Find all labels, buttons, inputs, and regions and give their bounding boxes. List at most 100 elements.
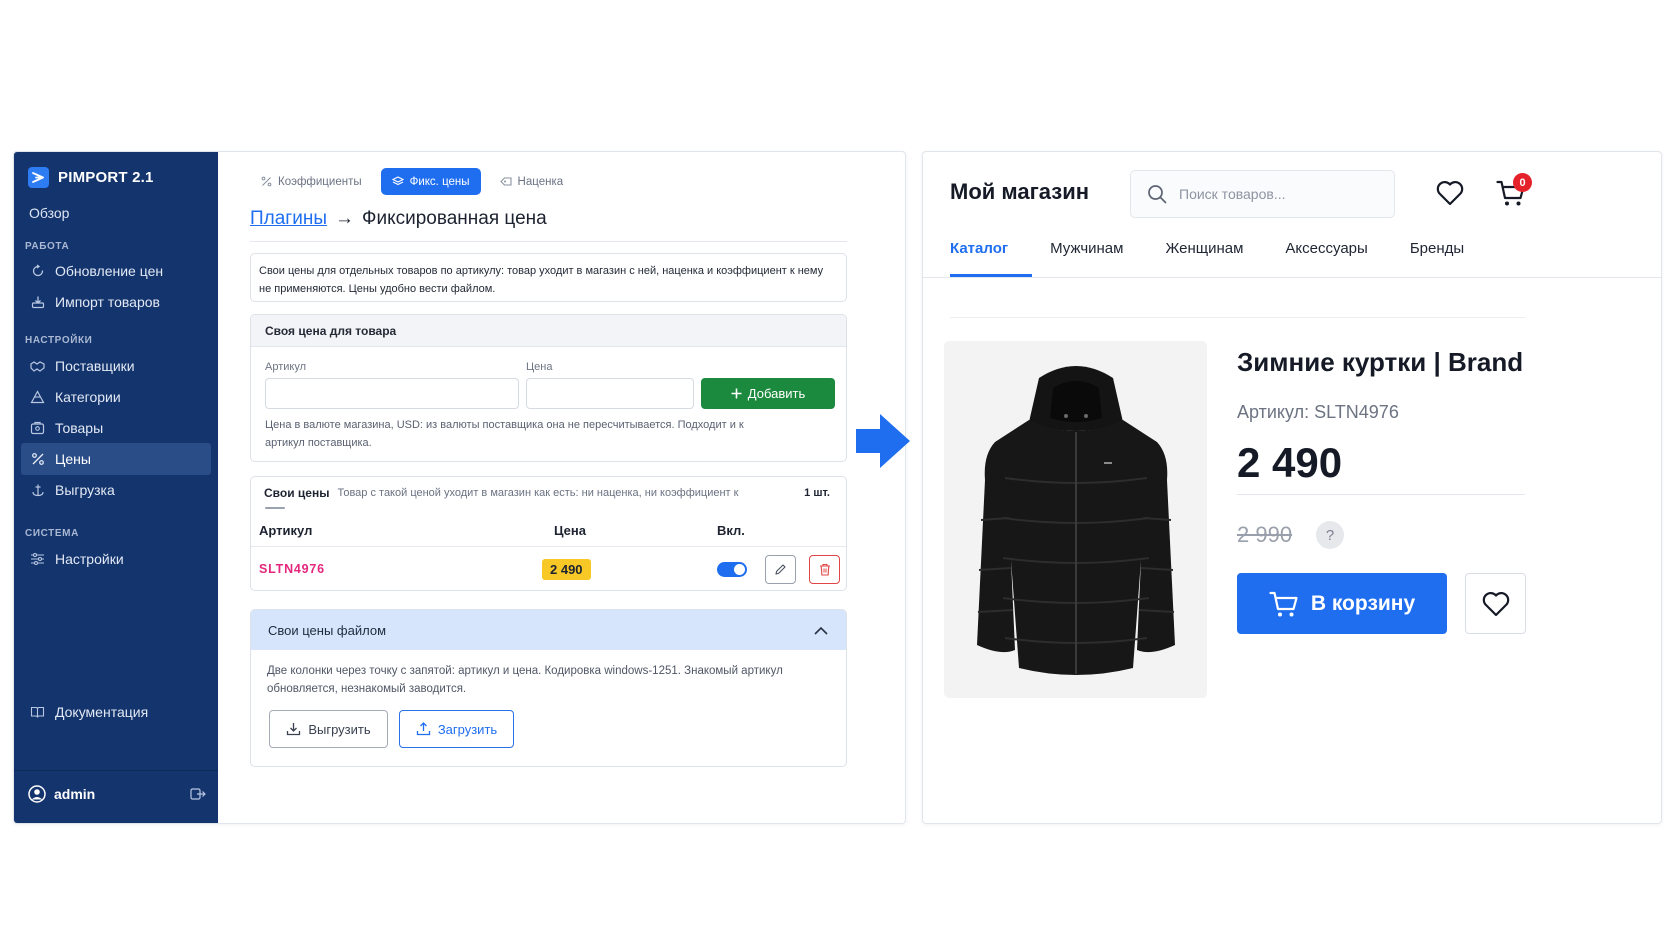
sidebar-item-label: Товары (55, 420, 104, 436)
product-price: 2 490 (1237, 439, 1343, 486)
tab-label: Наценка (517, 175, 564, 188)
export-button[interactable]: Выгрузить (269, 710, 388, 748)
page-title: Плагины → Фиксированная цена (250, 208, 547, 230)
nav-item-brands[interactable]: Бренды (1410, 240, 1464, 257)
download-icon (286, 722, 301, 736)
column-header-sku: Артикул (259, 523, 313, 538)
content-divider (950, 317, 1525, 318)
own-price-heading: Своя цена для товара (251, 315, 846, 347)
heart-icon (1481, 590, 1511, 618)
nav-item-accessories[interactable]: Аксессуары (1285, 240, 1367, 257)
sidebar-item-label: Поставщики (55, 358, 135, 374)
sidebar-section-work: РАБОТА (25, 241, 70, 252)
add-button-label: Добавить (747, 386, 806, 401)
refresh-icon (30, 264, 45, 279)
price-input[interactable] (526, 378, 694, 409)
price-label: Цена (526, 361, 553, 373)
sliders-icon (30, 552, 45, 567)
info-card: Свои цены для отдельных товаров по артик… (250, 253, 847, 302)
user-name: admin (54, 786, 96, 802)
layers-icon (391, 176, 404, 187)
search-input[interactable]: Поиск товаров... (1130, 170, 1395, 218)
row-enabled-toggle[interactable] (717, 562, 747, 577)
sidebar-item-update-prices[interactable]: Обновление цен (21, 255, 211, 287)
sidebar-item-import[interactable]: Импорт товаров (21, 286, 211, 318)
import-button[interactable]: Загрузить (399, 710, 514, 748)
list-count: 1 шт. (804, 487, 830, 499)
sidebar-item-label: Импорт товаров (55, 294, 160, 310)
add-button[interactable]: Добавить (701, 378, 835, 409)
sidebar-item-suppliers[interactable]: Поставщики (21, 350, 211, 382)
breadcrumb-plugins-link[interactable]: Плагины (250, 208, 327, 230)
fixed-prices-list: Свои цены Товар с такой ценой уходит в м… (250, 476, 847, 591)
own-price-help: Цена в валюте магазина, USD: из валюты п… (265, 419, 744, 449)
sidebar-divider (14, 770, 218, 771)
edit-button[interactable] (765, 555, 796, 584)
tab-fixed-prices[interactable]: Фикс. цены (380, 168, 481, 195)
percent-icon (261, 176, 272, 187)
title-divider (250, 241, 847, 242)
info-text: Свои цены для отдельных товаров по артик… (259, 265, 824, 295)
sidebar-section-system: СИСТЕМА (25, 528, 79, 539)
price-help-badge[interactable]: ? (1316, 521, 1344, 549)
product-image[interactable] (944, 341, 1207, 698)
price-divider (1237, 494, 1525, 495)
tab-label: Фикс. цены (409, 175, 470, 188)
add-to-cart-button[interactable]: В корзину (1237, 573, 1447, 634)
nav-item-catalog[interactable]: Каталог (950, 240, 1008, 257)
trash-icon (819, 563, 831, 576)
logout-icon[interactable] (190, 787, 206, 801)
product-sku: Артикул: SLTN4976 (1237, 402, 1399, 422)
sidebar: PIMPORT 2.1 Обзор РАБОТА Обновление цен … (14, 152, 218, 823)
file-panel-text: Две колонки через точку с запятой: артик… (267, 665, 783, 695)
row-price-badge: 2 490 (542, 559, 591, 580)
book-icon (30, 705, 45, 720)
file-panel-title: Свои цены файлом (268, 622, 387, 638)
sku-label: Артикул (265, 361, 307, 373)
sidebar-item-products[interactable]: Товары (21, 412, 211, 444)
sidebar-item-label: Настройки (55, 551, 124, 567)
add-to-cart-label: В корзину (1310, 591, 1416, 615)
favorites-heart-icon[interactable] (1435, 179, 1465, 207)
export-button-label: Выгрузить (308, 721, 371, 737)
shop-window: Мой магазин Поиск товаров... 0 Каталог М… (922, 151, 1662, 824)
sidebar-item-export[interactable]: Выгрузка (21, 474, 211, 506)
product-old-price: 2 990 (1237, 522, 1293, 547)
sidebar-section-settings: НАСТРОЙКИ (25, 335, 93, 346)
chevron-up-icon (814, 626, 828, 635)
sidebar-item-categories[interactable]: Категории (21, 381, 211, 413)
file-panel-header[interactable]: Свои цены файлом (251, 610, 846, 650)
import-button-label: Загрузить (437, 721, 498, 737)
anchor-icon (30, 483, 45, 498)
sidebar-item-overview[interactable]: Обзор (29, 205, 69, 221)
table-row-divider (251, 546, 846, 547)
sidebar-item-docs[interactable]: Документация (21, 696, 211, 728)
column-header-price: Цена (554, 523, 586, 538)
handshake-icon (30, 359, 45, 374)
user-menu[interactable]: admin (28, 779, 206, 809)
brand[interactable]: PIMPORT 2.1 (28, 167, 154, 188)
sidebar-item-settings[interactable]: Настройки (21, 543, 211, 575)
shop-logo[interactable]: Мой магазин (950, 179, 1089, 205)
sidebar-item-label: Цены (55, 451, 91, 467)
pencil-icon (774, 563, 787, 576)
import-icon (30, 295, 45, 310)
sidebar-item-label: Обновление цен (55, 263, 164, 279)
add-to-favorites-button[interactable] (1465, 573, 1526, 634)
list-title: Свои цены (264, 486, 330, 500)
delete-button[interactable] (809, 555, 840, 584)
nav-item-men[interactable]: Мужчинам (1050, 240, 1123, 257)
cart-count-badge: 0 (1513, 173, 1532, 192)
tab-label: Коэффициенты (278, 175, 362, 188)
search-placeholder: Поиск товаров... (1179, 186, 1286, 202)
plus-icon (731, 388, 742, 399)
tab-coefficients[interactable]: Коэффициенты (250, 168, 373, 195)
sku-input[interactable] (265, 378, 519, 409)
sidebar-item-prices[interactable]: Цены (21, 443, 211, 475)
admin-window: PIMPORT 2.1 Обзор РАБОТА Обновление цен … (13, 151, 906, 824)
tab-markup[interactable]: Наценка (489, 168, 575, 195)
list-subtitle: Товар с такой ценой уходит в магазин как… (337, 487, 739, 499)
nav-item-women[interactable]: Женщинам (1165, 240, 1243, 257)
percent-icon (30, 452, 45, 467)
upload-icon (416, 722, 431, 736)
